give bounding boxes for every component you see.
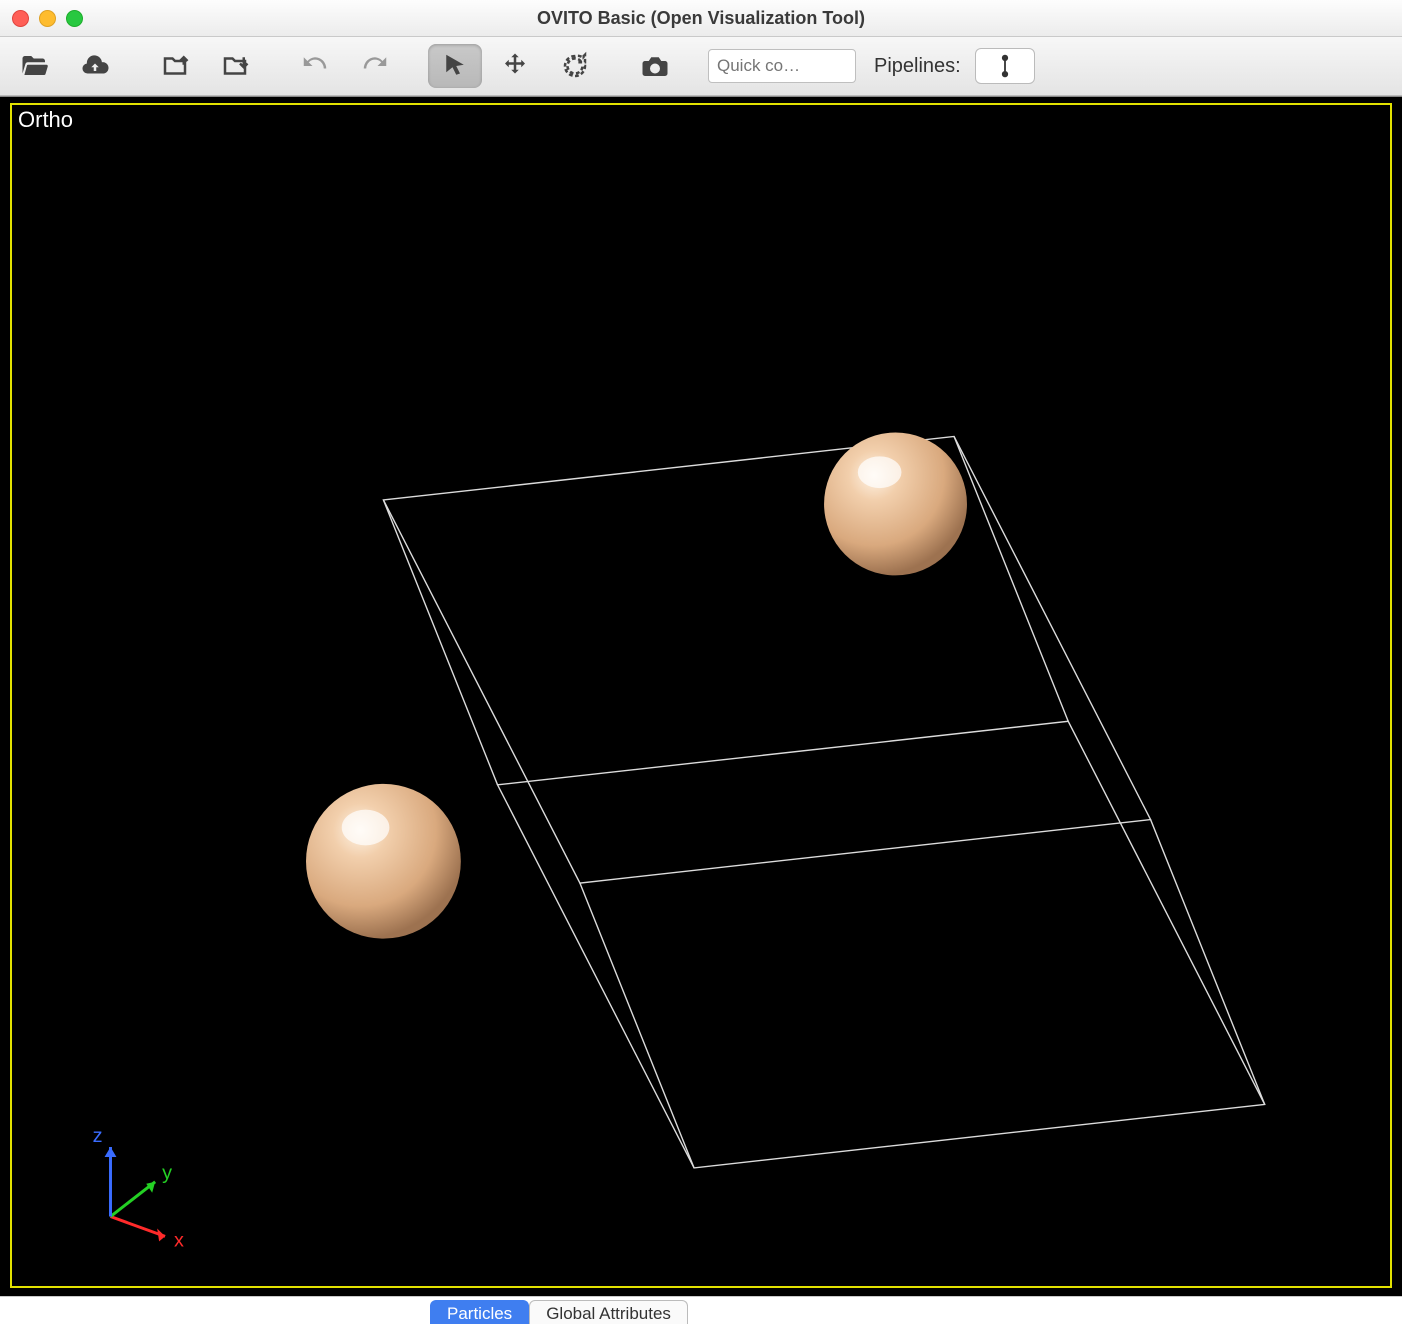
export-button[interactable] (148, 44, 202, 88)
tab-global-attributes[interactable]: Global Attributes (529, 1300, 688, 1324)
download-button[interactable] (68, 44, 122, 88)
folder-up-icon (160, 51, 190, 81)
axis-x-label: x (174, 1229, 184, 1251)
undo-icon (300, 51, 330, 81)
pipeline-icon (996, 53, 1014, 79)
window-title: OVITO Basic (Open Visualization Tool) (0, 8, 1402, 29)
rotate-icon (560, 51, 590, 81)
orientation-tripod: x y z (93, 1125, 184, 1251)
zoom-window-button[interactable] (66, 10, 83, 27)
pipeline-selector[interactable] (975, 48, 1035, 84)
data-tabs: Particles Global Attributes (0, 1296, 1402, 1324)
rotate-tool-button[interactable] (548, 44, 602, 88)
folder-open-icon (20, 51, 50, 81)
snapshot-button[interactable] (628, 44, 682, 88)
particle (824, 433, 967, 576)
import-button[interactable] (208, 44, 262, 88)
simulation-cell-wireframe (383, 436, 1264, 1167)
particle (306, 784, 461, 939)
camera-icon (640, 51, 670, 81)
move-icon (500, 51, 530, 81)
minimize-window-button[interactable] (39, 10, 56, 27)
redo-button[interactable] (348, 44, 402, 88)
titlebar: OVITO Basic (Open Visualization Tool) (0, 0, 1402, 37)
cloud-download-icon (80, 51, 110, 81)
close-window-button[interactable] (12, 10, 29, 27)
viewport[interactable]: Ortho (0, 96, 1402, 1296)
cursor-icon (440, 51, 470, 81)
tab-particles[interactable]: Particles (430, 1300, 529, 1324)
redo-icon (360, 51, 390, 81)
select-tool-button[interactable] (428, 44, 482, 88)
folder-down-icon (220, 51, 250, 81)
viewport-active-frame: Ortho (10, 103, 1392, 1288)
viewport-canvas: x y z (12, 105, 1390, 1286)
undo-button[interactable] (288, 44, 342, 88)
quick-command-input[interactable] (708, 49, 856, 83)
move-tool-button[interactable] (488, 44, 542, 88)
toolbar: Pipelines: (0, 37, 1402, 96)
open-file-button[interactable] (8, 44, 62, 88)
axis-z-label: z (93, 1125, 103, 1147)
axis-y-label: y (162, 1162, 172, 1184)
traffic-lights (12, 10, 83, 27)
pipelines-label: Pipelines: (874, 55, 961, 78)
